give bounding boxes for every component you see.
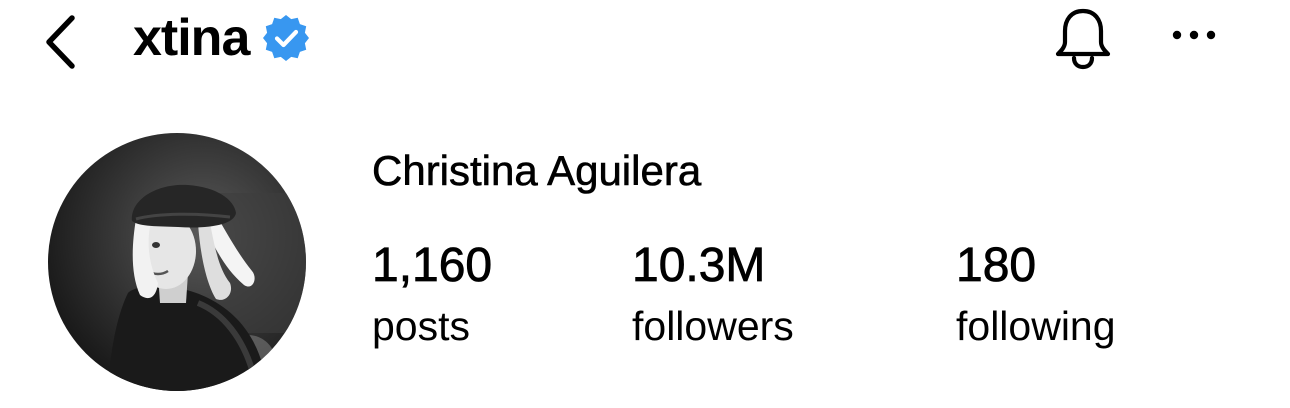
username-block: xtina bbox=[133, 6, 310, 70]
stat-value: 10.3M bbox=[632, 239, 766, 292]
stat-value: 180 bbox=[956, 239, 1037, 292]
stat-label: posts bbox=[372, 303, 470, 349]
stat-followers[interactable]: 10.3M followers bbox=[632, 239, 794, 349]
profile-header: xtina bbox=[0, 0, 1290, 90]
avatar[interactable] bbox=[48, 133, 306, 391]
stat-posts[interactable]: 1,160 posts bbox=[372, 239, 493, 349]
full-name: Christina Aguilera bbox=[372, 147, 702, 194]
username: xtina bbox=[133, 9, 250, 67]
ellipsis-icon bbox=[1172, 30, 1216, 40]
notifications-button[interactable] bbox=[1048, 4, 1118, 74]
back-button[interactable] bbox=[30, 12, 90, 72]
chevron-left-icon bbox=[46, 15, 75, 69]
stat-value: 1,160 bbox=[372, 239, 493, 292]
stat-label: following bbox=[956, 303, 1116, 349]
profile-photo bbox=[48, 133, 306, 391]
verified-badge-icon bbox=[263, 15, 310, 61]
more-options-button[interactable] bbox=[1162, 12, 1226, 58]
bell-icon bbox=[1055, 8, 1111, 70]
stat-label: followers bbox=[632, 303, 794, 349]
stat-following[interactable]: 180 following bbox=[956, 239, 1116, 349]
